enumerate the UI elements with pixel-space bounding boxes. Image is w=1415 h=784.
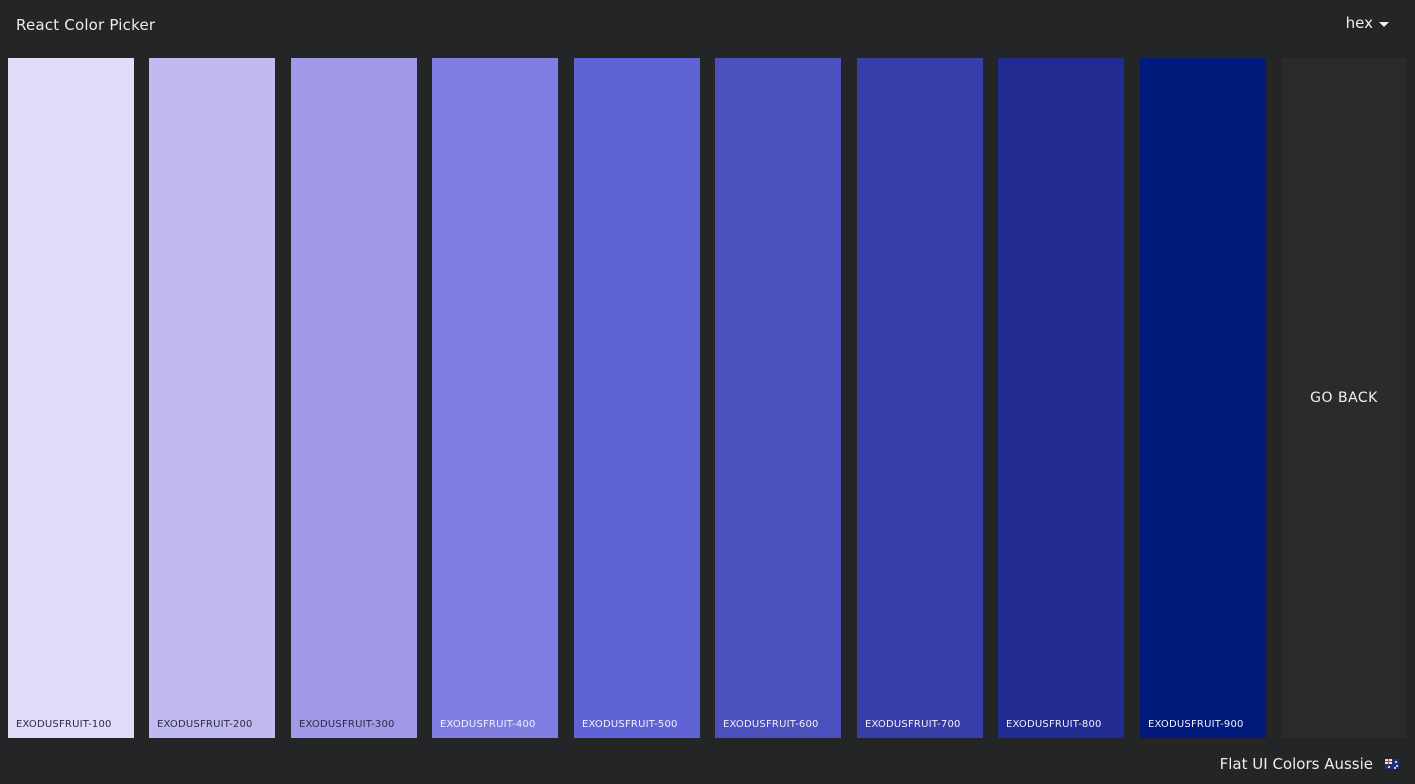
color-swatch-label: EXODUSFRUIT-900 — [1148, 719, 1244, 730]
color-swatch-900[interactable]: EXODUSFRUIT-900 — [1140, 58, 1266, 738]
caret-down-icon — [1379, 22, 1389, 27]
color-swatch-label: EXODUSFRUIT-400 — [440, 719, 536, 730]
footer: Flat UI Colors Aussie — [1220, 755, 1399, 773]
color-swatch-300[interactable]: EXODUSFRUIT-300 — [291, 58, 417, 738]
color-swatch-label: EXODUSFRUIT-100 — [16, 719, 112, 730]
go-back-button[interactable]: GO BACK — [1282, 58, 1406, 738]
go-back-label: GO BACK — [1310, 390, 1378, 406]
color-swatch-label: EXODUSFRUIT-200 — [157, 719, 253, 730]
palette-name: Flat UI Colors Aussie — [1219, 755, 1373, 773]
navbar: React Color Picker hex — [0, 0, 1415, 50]
color-swatch-500[interactable]: EXODUSFRUIT-500 — [574, 58, 700, 738]
color-swatch-label: EXODUSFRUIT-500 — [582, 719, 678, 730]
color-swatch-label: EXODUSFRUIT-800 — [1006, 719, 1102, 730]
color-swatch-400[interactable]: EXODUSFRUIT-400 — [432, 58, 558, 738]
color-swatch-100[interactable]: EXODUSFRUIT-100 — [8, 58, 134, 738]
app-title[interactable]: React Color Picker — [16, 16, 155, 34]
australia-flag-icon — [1385, 759, 1399, 769]
color-swatch-200[interactable]: EXODUSFRUIT-200 — [149, 58, 275, 738]
color-swatch-label: EXODUSFRUIT-700 — [865, 719, 961, 730]
color-swatch-label: EXODUSFRUIT-300 — [299, 719, 395, 730]
format-select[interactable]: hex — [1346, 14, 1389, 32]
format-select-value: hex — [1345, 14, 1373, 32]
color-palette: EXODUSFRUIT-100 EXODUSFRUIT-200 EXODUSFR… — [0, 58, 1415, 738]
color-swatch-700[interactable]: EXODUSFRUIT-700 — [857, 58, 983, 738]
color-swatch-label: EXODUSFRUIT-600 — [723, 719, 819, 730]
color-swatch-600[interactable]: EXODUSFRUIT-600 — [715, 58, 841, 738]
color-swatch-800[interactable]: EXODUSFRUIT-800 — [998, 58, 1124, 738]
